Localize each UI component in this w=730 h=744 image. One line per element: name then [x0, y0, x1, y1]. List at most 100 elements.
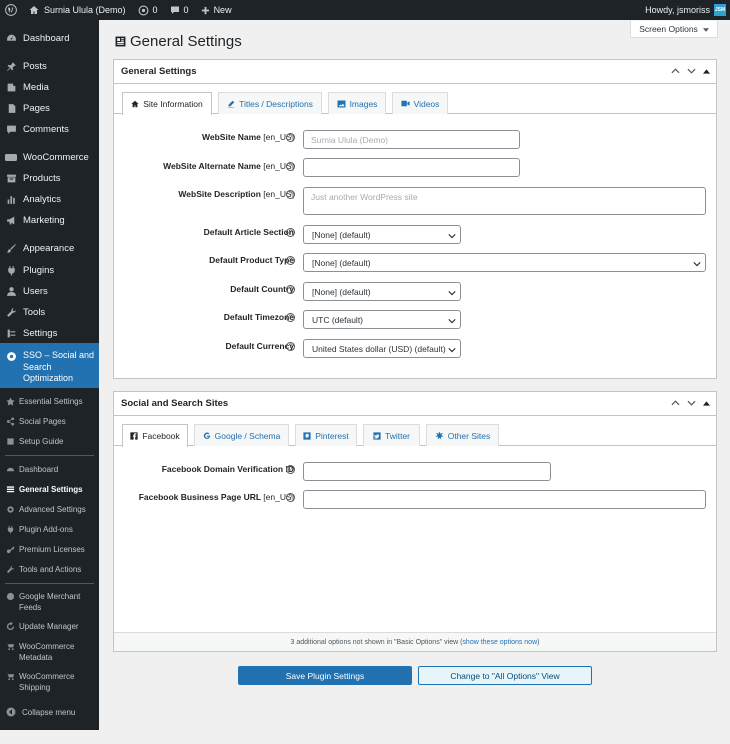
sidebar-item-sso[interactable]: SSO – Social and Search Optimization — [0, 343, 99, 388]
facebook-domain-verification-input[interactable] — [303, 462, 551, 481]
default-currency-label: Default Currency — [225, 341, 295, 351]
website-name-input[interactable]: Surnia Ulula (Demo) — [303, 130, 520, 149]
show-options-link[interactable]: show these options now — [462, 639, 537, 646]
tab-other-sites[interactable]: Other Sites — [426, 424, 499, 446]
sidebar-item-analytics[interactable]: Analytics — [0, 191, 99, 208]
help-icon[interactable]: ? — [286, 162, 295, 171]
sidebar-item-woocommerce[interactable]: WooCommerce — [0, 149, 99, 166]
sidebar-item-label: SSO – Social and Search Optimization — [23, 350, 95, 383]
help-icon[interactable]: ? — [286, 133, 295, 142]
sidebar-item-marketing[interactable]: Marketing — [0, 212, 99, 229]
help-icon[interactable]: ? — [286, 228, 295, 237]
tab-pinterest[interactable]: Pinterest — [295, 424, 357, 446]
paintbrush-icon — [5, 243, 17, 255]
submenu-advanced-settings[interactable]: Advanced Settings — [0, 504, 99, 515]
submenu-premium-licenses[interactable]: Premium Licenses — [0, 544, 99, 555]
site-name-menu[interactable]: Surnia Ulula (Demo) — [23, 0, 132, 20]
sidebar-item-dashboard[interactable]: Dashboard — [0, 30, 99, 47]
website-description-textarea[interactable]: Just another WordPress site — [303, 187, 706, 215]
default-article-section-label: Default Article Section — [203, 227, 294, 237]
sidebar-item-appearance[interactable]: Appearance — [0, 240, 99, 257]
plugin-icon — [5, 265, 17, 277]
default-timezone-label: Default Timezone — [223, 312, 294, 322]
move-down-icon[interactable] — [687, 398, 696, 409]
admin-sidebar: Dashboard Posts Media Pages Comments Woo… — [0, 20, 99, 730]
my-account-menu[interactable]: Howdy, jsmoriss JSM — [645, 4, 730, 16]
sidebar-item-label: WooCommerce — [23, 152, 89, 163]
collapse-menu-button[interactable]: Collapse menu — [0, 706, 99, 718]
chevron-down-icon — [448, 288, 456, 298]
help-icon[interactable]: ? — [286, 190, 295, 199]
move-down-icon[interactable] — [687, 66, 696, 77]
submenu-tools-actions[interactable]: Tools and Actions — [0, 564, 99, 575]
select-value: UTC (default) — [312, 314, 364, 325]
change-view-button[interactable]: Change to "All Options" View — [418, 666, 592, 685]
default-timezone-select[interactable]: UTC (default) — [303, 310, 461, 329]
submenu-woocommerce-metadata[interactable]: WooCommerce Metadata — [0, 641, 99, 663]
sidebar-item-plugins[interactable]: Plugins — [0, 262, 99, 279]
chevron-down-icon — [448, 345, 456, 355]
save-plugin-settings-button[interactable]: Save Plugin Settings — [238, 666, 412, 685]
sidebar-item-label: Pages — [23, 103, 50, 114]
wp-logo-menu[interactable] — [0, 0, 23, 20]
submenu-setup-guide[interactable]: Setup Guide — [0, 436, 99, 447]
help-icon[interactable]: ? — [286, 313, 295, 322]
collapse-label: Collapse menu — [22, 707, 76, 717]
tab-images[interactable]: Images — [328, 92, 386, 114]
submenu-google-merchant-feeds[interactable]: Google Merchant Feeds — [0, 591, 99, 613]
sidebar-item-pages[interactable]: Pages — [0, 100, 99, 117]
update-icon — [6, 622, 15, 631]
help-icon[interactable]: ? — [286, 465, 295, 474]
submenu-essential-settings[interactable]: Essential Settings — [0, 396, 99, 407]
tab-videos[interactable]: Videos — [392, 92, 448, 114]
chevron-down-icon — [448, 231, 456, 241]
notice-text-end: ) — [537, 638, 540, 646]
sidebar-item-media[interactable]: Media — [0, 79, 99, 96]
tab-facebook[interactable]: Facebook — [122, 424, 188, 447]
plus-icon — [201, 6, 209, 14]
website-alternate-name-input[interactable] — [303, 158, 520, 177]
tab-label: Pinterest — [315, 430, 349, 441]
sidebar-item-tools[interactable]: Tools — [0, 304, 99, 321]
toggle-panel-icon[interactable] — [703, 66, 710, 77]
tab-titles-descriptions[interactable]: Titles / Descriptions — [218, 92, 322, 114]
sidebar-item-comments[interactable]: Comments — [0, 121, 99, 138]
tab-site-information[interactable]: Site Information — [122, 92, 212, 115]
facebook-business-page-input[interactable] — [303, 490, 706, 509]
key-icon — [6, 545, 15, 554]
wrench-icon — [6, 565, 15, 574]
default-currency-select[interactable]: United States dollar (USD) (default) — [303, 339, 461, 358]
submenu-woocommerce-shipping[interactable]: WooCommerce Shipping — [0, 671, 99, 693]
postbox-header: General Settings — [114, 60, 716, 84]
submenu-general-settings[interactable]: General Settings — [0, 484, 99, 495]
sidebar-item-posts[interactable]: Posts — [0, 58, 99, 75]
tab-google-schema[interactable]: Google / Schema — [194, 424, 289, 446]
users-icon — [5, 286, 17, 298]
sidebar-item-settings[interactable]: Settings — [0, 325, 99, 342]
help-icon[interactable]: ? — [286, 285, 295, 294]
help-icon[interactable]: ? — [286, 493, 295, 502]
sidebar-item-users[interactable]: Users — [0, 283, 99, 300]
help-icon[interactable]: ? — [286, 256, 295, 265]
new-content-menu[interactable]: New — [195, 0, 238, 20]
tab-twitter[interactable]: Twitter — [363, 424, 420, 446]
screen-options-button[interactable]: Screen Options — [630, 21, 718, 38]
sidebar-item-products[interactable]: Products — [0, 170, 99, 187]
submenu-social-pages[interactable]: Social Pages — [0, 416, 99, 427]
notice-text: 3 additional options not shown in "Basic… — [290, 638, 463, 646]
default-country-select[interactable]: [None] (default) — [303, 282, 461, 301]
updates-count: 0 — [152, 5, 158, 15]
comments-menu[interactable]: 0 — [164, 0, 195, 20]
submenu-update-manager[interactable]: Update Manager — [0, 621, 99, 632]
updates-menu[interactable]: 0 — [132, 0, 164, 20]
twitter-icon — [373, 431, 381, 440]
default-article-section-select[interactable]: [None] (default) — [303, 225, 461, 244]
toggle-panel-icon[interactable] — [703, 398, 710, 409]
help-icon[interactable]: ? — [286, 342, 295, 351]
submenu-dashboard[interactable]: Dashboard — [0, 464, 99, 475]
submenu-plugin-addons[interactable]: Plugin Add-ons — [0, 524, 99, 535]
move-up-icon[interactable] — [671, 398, 680, 409]
default-product-type-select[interactable]: [None] (default) — [303, 253, 706, 272]
settings-icon — [5, 328, 17, 340]
move-up-icon[interactable] — [671, 66, 680, 77]
